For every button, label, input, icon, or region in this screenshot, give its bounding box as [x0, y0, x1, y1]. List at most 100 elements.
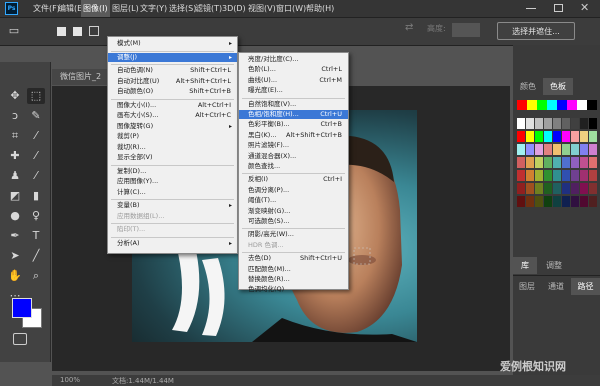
menu-item[interactable]: 图像旋转(G) ▸: [108, 122, 237, 131]
blur-tool-icon[interactable]: ●: [6, 208, 24, 224]
swatch[interactable]: [517, 170, 525, 181]
menu-item[interactable]: 计算(C)...: [108, 188, 237, 197]
swatch[interactable]: [557, 100, 567, 110]
swatch[interactable]: [580, 170, 588, 181]
swatch[interactable]: [544, 170, 552, 181]
dodge-tool-icon[interactable]: ♀: [27, 208, 45, 224]
swatch[interactable]: [580, 131, 588, 142]
menu-item[interactable]: 去色(D) Shift+Ctrl+U: [239, 254, 348, 263]
swatch[interactable]: [580, 118, 588, 129]
swatch[interactable]: [562, 170, 570, 181]
clone-stamp-tool-icon[interactable]: ♟: [6, 168, 24, 184]
swatch[interactable]: [562, 183, 570, 194]
close-icon[interactable]: ✕: [580, 1, 589, 14]
menu-item[interactable]: 曝光度(E)...: [239, 86, 348, 95]
swatch[interactable]: [553, 183, 561, 194]
swatch[interactable]: [517, 118, 525, 129]
marquee-preset-icon[interactable]: ▭: [5, 23, 23, 39]
menu-item[interactable]: 复制(D)...: [108, 167, 237, 176]
menu-item[interactable]: 色调均化(Q): [239, 285, 348, 294]
swatch[interactable]: [526, 131, 534, 142]
menu-item[interactable]: 图像大小(I)... Alt+Ctrl+I: [108, 101, 237, 110]
menu-item[interactable]: 色彩平衡(B)... Ctrl+B: [239, 120, 348, 129]
swatch[interactable]: [517, 100, 527, 110]
minimize-icon[interactable]: [526, 8, 536, 9]
swatch[interactable]: [517, 144, 525, 155]
history-brush-tool-icon[interactable]: ⁄: [27, 168, 45, 184]
menu-item[interactable]: 阈值(T)...: [239, 196, 348, 205]
gradient-tool-icon[interactable]: ▮: [27, 188, 45, 204]
line-tool-icon[interactable]: ╱: [27, 248, 45, 264]
swatch[interactable]: [562, 157, 570, 168]
select-and-mask-button[interactable]: 选择并遮住...: [497, 22, 575, 40]
swatch[interactable]: [547, 100, 557, 110]
menu-item[interactable]: 色阶(L)... Ctrl+L: [239, 65, 348, 74]
swatch[interactable]: [589, 196, 597, 207]
menu-item[interactable]: 裁剪(P): [108, 132, 237, 141]
swatch[interactable]: [580, 196, 588, 207]
swatch[interactable]: [535, 131, 543, 142]
swatch[interactable]: [553, 170, 561, 181]
swatch[interactable]: [517, 131, 525, 142]
menu-item[interactable]: 色调分离(P)...: [239, 186, 348, 195]
menu-item[interactable]: 反相(I) Ctrl+I: [239, 175, 348, 184]
quick-mask-icon[interactable]: [13, 333, 27, 345]
swatch[interactable]: [526, 183, 534, 194]
swap-icon[interactable]: ⇄: [405, 22, 413, 33]
menu-10[interactable]: 帮助(H): [304, 0, 336, 17]
swatch[interactable]: [567, 100, 577, 110]
swatch[interactable]: [517, 196, 525, 207]
menu-item[interactable]: 模式(M) ▸: [108, 39, 237, 48]
menu-item[interactable]: 显示全部(V): [108, 153, 237, 162]
menu-2[interactable]: 图像(I): [81, 0, 110, 17]
menu-item[interactable]: 自动色调(N) Shift+Ctrl+L: [108, 66, 237, 75]
swatch[interactable]: [517, 157, 525, 168]
menu-item[interactable]: 阴影/高光(W)...: [239, 230, 348, 239]
swatch[interactable]: [571, 183, 579, 194]
menu-item[interactable]: 裁切(R)...: [108, 143, 237, 152]
swatch[interactable]: [589, 118, 597, 129]
menu-item[interactable]: 替换颜色(R)...: [239, 275, 348, 284]
menu-item[interactable]: 自动对比度(U) Alt+Shift+Ctrl+L: [108, 77, 237, 86]
swatch[interactable]: [535, 170, 543, 181]
swatch[interactable]: [571, 144, 579, 155]
swatch[interactable]: [589, 183, 597, 194]
eraser-tool-icon[interactable]: ◩: [6, 188, 24, 204]
tab-libraries[interactable]: 库: [513, 257, 537, 274]
new-selection-icon[interactable]: [57, 27, 66, 36]
menu-item[interactable]: 变量(B) ▸: [108, 201, 237, 210]
menu-item[interactable]: 自动颜色(O) Shift+Ctrl+B: [108, 87, 237, 96]
swatch[interactable]: [562, 144, 570, 155]
swatch[interactable]: [589, 131, 597, 142]
menu-item[interactable]: 颜色查找...: [239, 162, 348, 171]
swatch[interactable]: [580, 183, 588, 194]
swatch[interactable]: [553, 144, 561, 155]
swatch[interactable]: [562, 118, 570, 129]
menu-item[interactable]: 曲线(U)... Ctrl+M: [239, 76, 348, 85]
swatch[interactable]: [526, 170, 534, 181]
swatch[interactable]: [527, 100, 537, 110]
swatch[interactable]: [544, 131, 552, 142]
swatch[interactable]: [526, 196, 534, 207]
menu-item[interactable]: 色相/饱和度(H)... Ctrl+U: [239, 110, 348, 119]
swatch[interactable]: [526, 157, 534, 168]
subtract-selection-icon[interactable]: [89, 26, 99, 36]
brush-tool-icon[interactable]: ⁄: [27, 148, 45, 164]
swatch[interactable]: [553, 131, 561, 142]
swatch[interactable]: [589, 144, 597, 155]
swatch[interactable]: [562, 131, 570, 142]
tab-channels[interactable]: 通道: [541, 278, 571, 295]
menu-item[interactable]: 自然饱和度(V)...: [239, 100, 348, 109]
path-selection-tool-icon[interactable]: ➤: [6, 248, 24, 264]
menu-item[interactable]: 通道混合器(X)...: [239, 152, 348, 161]
swatch[interactable]: [544, 157, 552, 168]
menu-item[interactable]: 渐变映射(G)...: [239, 207, 348, 216]
swatch[interactable]: [571, 118, 579, 129]
swatch[interactable]: [580, 144, 588, 155]
swatch[interactable]: [571, 131, 579, 142]
move-tool-icon[interactable]: ✥: [6, 88, 24, 104]
zoom-tool-icon[interactable]: ⌕: [27, 268, 45, 284]
swatch[interactable]: [553, 118, 561, 129]
swatch[interactable]: [535, 118, 543, 129]
tab-swatches[interactable]: 色板: [543, 78, 573, 95]
